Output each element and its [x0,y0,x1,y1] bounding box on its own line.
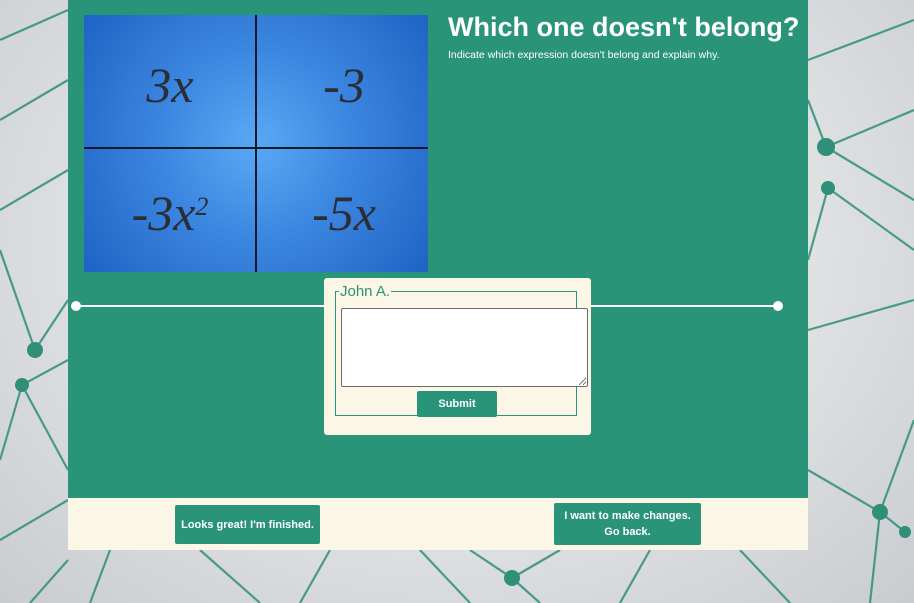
slider-right-handle[interactable] [773,301,783,311]
expression-cell: -3 [323,57,365,113]
answer-textarea[interactable] [341,308,588,387]
instructions-text: Indicate which expression doesn't belong… [448,49,720,61]
slider-left-handle[interactable] [71,301,81,311]
expression-cell: -3x 2 [131,185,209,241]
response-card: John A. Submit [324,278,591,435]
submit-button[interactable]: Submit [417,391,497,417]
expression-cell: 3x [146,57,194,113]
student-name-legend: John A. [340,283,391,300]
page-title: Which one doesn't belong? [448,12,800,42]
footer-bar: Looks great! I'm finished. I want to mak… [68,498,808,550]
go-back-button[interactable]: I want to make changes. Go back. [554,503,701,545]
which-one-doesnt-belong-image: 3x -3 -3x 2 -5x [84,15,428,272]
finished-button[interactable]: Looks great! I'm finished. [175,505,320,544]
expression-cell: -5x [312,185,376,241]
